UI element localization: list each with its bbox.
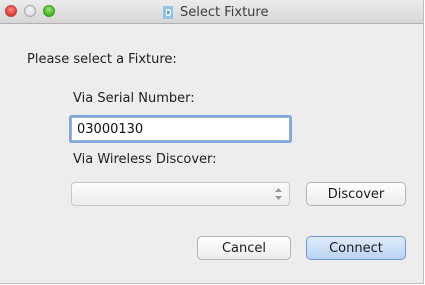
serial-number-input[interactable] (71, 117, 290, 141)
zoom-window-button[interactable] (43, 5, 55, 17)
connect-button[interactable]: Connect (306, 236, 406, 260)
fixture-prompt-label: Please select a Fixture: (27, 52, 177, 67)
window-title-text: Select Fixture (180, 4, 269, 20)
wireless-fixture-select[interactable] (71, 182, 290, 206)
discover-button[interactable]: Discover (306, 182, 406, 206)
close-window-button[interactable] (5, 5, 17, 17)
select-fixture-window: Select Fixture Please select a Fixture: … (0, 0, 424, 284)
up-down-stepper-icon (275, 188, 282, 200)
title-bar[interactable]: Select Fixture (0, 0, 423, 24)
window-title: Select Fixture (162, 3, 268, 21)
wireless-discover-label: Via Wireless Discover: (73, 152, 217, 167)
cancel-button[interactable]: Cancel (197, 236, 291, 260)
serial-number-label: Via Serial Number: (73, 91, 195, 106)
fixture-app-icon (163, 5, 173, 19)
minimize-window-button[interactable] (24, 5, 36, 17)
